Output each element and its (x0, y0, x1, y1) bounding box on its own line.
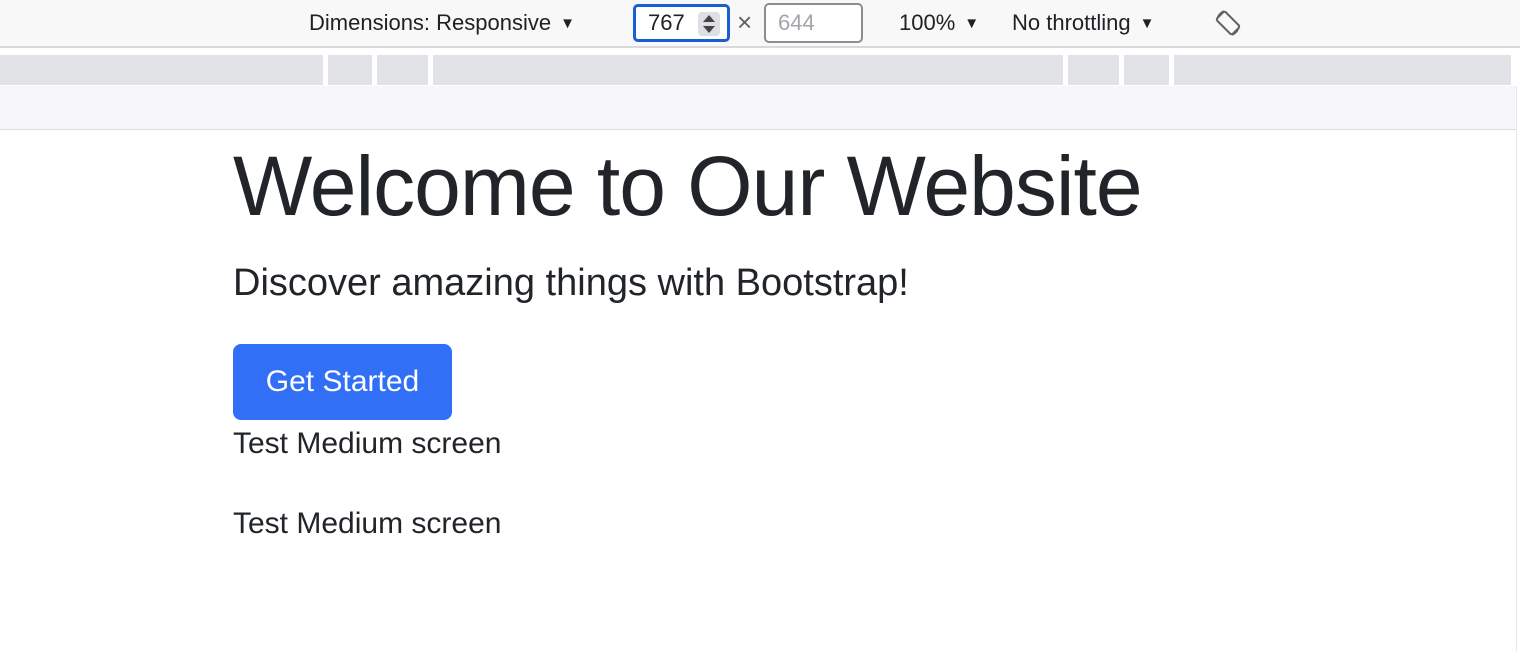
test-medium-text: Test Medium screen (233, 507, 502, 540)
media-query-segment[interactable] (1068, 55, 1119, 85)
width-input[interactable]: 767 (633, 4, 730, 42)
caret-down-icon: ▼ (560, 14, 575, 32)
rotate-icon[interactable] (1212, 7, 1244, 39)
test-medium-text: Test Medium screen (233, 427, 502, 460)
get-started-button[interactable]: Get Started (233, 344, 452, 420)
spinner-up-icon[interactable] (703, 15, 715, 22)
viewport-header (0, 86, 1516, 130)
caret-down-icon: ▼ (1139, 14, 1155, 32)
spinner-icon[interactable] (698, 12, 720, 36)
zoom-label: 100% (899, 10, 956, 35)
media-query-segment[interactable] (1124, 55, 1169, 85)
times-icon: × (737, 7, 753, 37)
media-query-segment[interactable] (433, 55, 1063, 85)
zoom-dropdown[interactable]: 100% ▼ (899, 0, 979, 46)
caret-down-icon: ▼ (964, 14, 980, 32)
viewport-edge[interactable] (1516, 86, 1517, 652)
media-query-segment[interactable] (328, 55, 372, 85)
media-query-segment[interactable] (377, 55, 428, 85)
device-toolbar: Dimensions: Responsive ▼ 767 × 100% ▼ No… (0, 0, 1520, 48)
hero-lead-text: Discover amazing things with Bootstrap! (233, 262, 909, 304)
throttling-dropdown[interactable]: No throttling ▼ (1012, 0, 1154, 46)
dimensions-dropdown[interactable]: Dimensions: Responsive ▼ (309, 0, 575, 46)
dimensions-label: Dimensions: Responsive (309, 10, 552, 35)
spinner-down-icon[interactable] (703, 26, 715, 33)
height-field[interactable] (764, 3, 863, 43)
width-value: 767 (648, 10, 685, 35)
height-input[interactable] (766, 5, 861, 41)
media-query-segment[interactable] (1174, 55, 1511, 85)
media-query-bar (0, 55, 1520, 85)
throttling-label: No throttling (1012, 10, 1131, 35)
media-query-segment[interactable] (0, 55, 323, 85)
page-title: Welcome to Our Website (233, 139, 1143, 233)
